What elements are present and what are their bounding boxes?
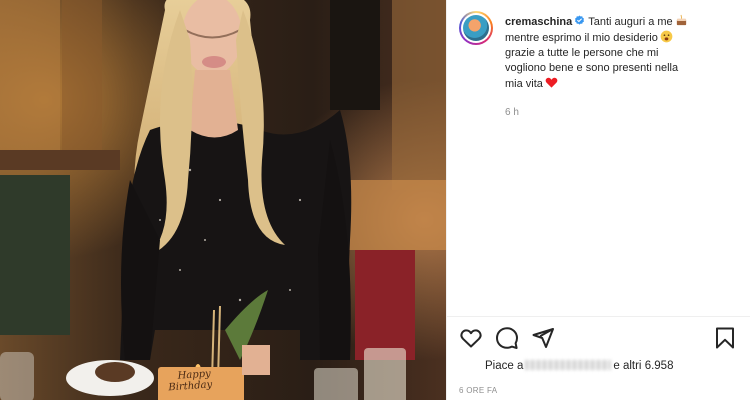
- caption: cremaschina Tanti auguri a me mentre espr…: [505, 14, 745, 92]
- caption-line-2: mentre esprimo il mio desiderio: [505, 32, 658, 44]
- caption-timestamp[interactable]: 6 h: [505, 107, 519, 118]
- cake-emoji-icon: [676, 14, 686, 26]
- username-link[interactable]: cremaschina: [505, 16, 572, 28]
- hushed-face-emoji-icon: [660, 30, 673, 43]
- share-icon[interactable]: [531, 326, 555, 350]
- verified-badge-icon: [575, 15, 585, 25]
- likes-count: 6.958: [644, 360, 674, 372]
- red-heart-emoji-icon: [545, 77, 558, 88]
- blurred-username: [525, 360, 612, 370]
- likes-prefix: Piace a: [485, 360, 524, 372]
- caption-line-3: grazie a tutte le persone che mi: [505, 47, 659, 59]
- comment-icon[interactable]: [495, 326, 519, 350]
- caption-line-1: Tanti auguri a me: [588, 16, 673, 28]
- avatar-image: [463, 15, 489, 41]
- avatar[interactable]: [459, 11, 493, 45]
- caption-line-5: mia vita: [505, 78, 543, 90]
- heart-icon[interactable]: [459, 326, 483, 350]
- action-bar: [459, 326, 739, 354]
- post-side-panel: cremaschina Tanti auguri a me mentre espr…: [446, 0, 750, 400]
- photo-illustration: [0, 0, 446, 400]
- divider: [447, 316, 750, 317]
- likes-summary[interactable]: Piace a e altri 6.958: [485, 360, 673, 372]
- caption-row: cremaschina Tanti auguri a me mentre espr…: [459, 11, 747, 92]
- post-date[interactable]: 6 ORE FA: [459, 386, 497, 395]
- caption-line-4: vogliono bene e sono presenti nella: [505, 62, 679, 74]
- instagram-post: Happy Birthday cremaschina Tanti auguri a…: [0, 0, 750, 400]
- post-photo[interactable]: Happy Birthday: [0, 0, 446, 400]
- bookmark-icon[interactable]: [713, 326, 737, 350]
- likes-suffix: e altri: [613, 360, 642, 372]
